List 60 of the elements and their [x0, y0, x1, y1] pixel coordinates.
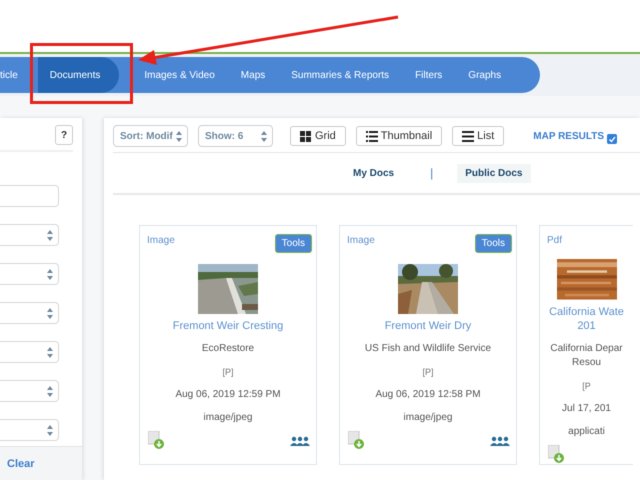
doc-tab[interactable]: Public Docs [457, 164, 530, 182]
sort-arrows-icon [47, 386, 53, 396]
nav-tab[interactable]: Summaries & Reports [278, 57, 402, 93]
help-button[interactable]: ? [55, 125, 73, 145]
select-field[interactable] [0, 302, 59, 324]
access-tag: [P] [419, 365, 436, 379]
sort-arrows-icon [47, 230, 53, 240]
sort-arrows-icon [47, 268, 53, 280]
document-type: Pdf [547, 235, 562, 246]
text-field[interactable] [0, 185, 59, 207]
map-results-checkbox[interactable] [607, 134, 618, 144]
document-source: EcoRestore [200, 342, 256, 356]
document-title[interactable]: Fremont Weir Dry [380, 319, 476, 333]
thumbnail-list-icon [366, 130, 378, 142]
mime-type: image/jpeg [202, 411, 254, 425]
sort-arrows-icon [176, 130, 182, 142]
nav-tab[interactable]: Maps [228, 57, 278, 93]
download-icon[interactable] [148, 431, 165, 450]
select-field[interactable] [0, 263, 59, 285]
sort-arrows-icon [47, 308, 53, 318]
document-type: Image [347, 235, 375, 246]
document-date: Aug 06, 2019 12:59 PM [174, 388, 282, 402]
nav-tab[interactable]: Filters [402, 57, 456, 93]
map-results-label: MAP RESULTS [533, 130, 604, 142]
tab-separator: | [430, 166, 434, 180]
view-button[interactable]: List [452, 126, 504, 146]
download-icon[interactable] [548, 445, 565, 464]
access-tag: [P] [219, 365, 236, 379]
access-tag: [P [579, 379, 594, 393]
nav-tab[interactable]: Graphs [455, 57, 514, 93]
nav-tab[interactable]: Images & Video [131, 57, 228, 93]
tools-button[interactable]: Tools [474, 234, 512, 253]
sort-arrows-icon [47, 346, 53, 358]
select-field[interactable] [0, 380, 59, 402]
sort-arrows-icon [47, 424, 53, 436]
sort-arrows-icon [261, 130, 267, 142]
document-source: US Fish and Wildlife Service [364, 342, 492, 356]
mime-type: image/jpeg [402, 411, 454, 425]
tools-button[interactable]: Tools [274, 234, 312, 253]
show-select[interactable]: Show: 6 [198, 125, 273, 147]
document-source: California Depar Resou [549, 342, 624, 370]
nav-tab[interactable]: ticle [0, 57, 38, 93]
sort-select[interactable]: Sort: Modif [113, 125, 188, 147]
document-date: Jul 17, 201 [561, 402, 612, 416]
download-icon[interactable] [348, 431, 365, 450]
view-button[interactable]: Thumbnail [356, 126, 442, 146]
nav-tab[interactable]: Documents [38, 57, 120, 93]
view-button[interactable]: Grid [290, 126, 346, 146]
select-field[interactable] [0, 419, 59, 441]
document-date: Aug 06, 2019 12:58 PM [374, 388, 482, 402]
document-title[interactable]: Fremont Weir Cresting [168, 319, 288, 333]
clear-link[interactable]: Clear [7, 458, 35, 470]
mime-type: applicati [567, 425, 606, 439]
select-field[interactable] [0, 341, 59, 363]
select-field[interactable] [0, 224, 59, 246]
document-type: Image [147, 235, 175, 246]
grid-icon [300, 130, 312, 142]
list-icon [462, 130, 474, 142]
document-title[interactable]: California Wate 201 [540, 305, 633, 333]
doc-tab[interactable]: My Docs [345, 164, 402, 182]
